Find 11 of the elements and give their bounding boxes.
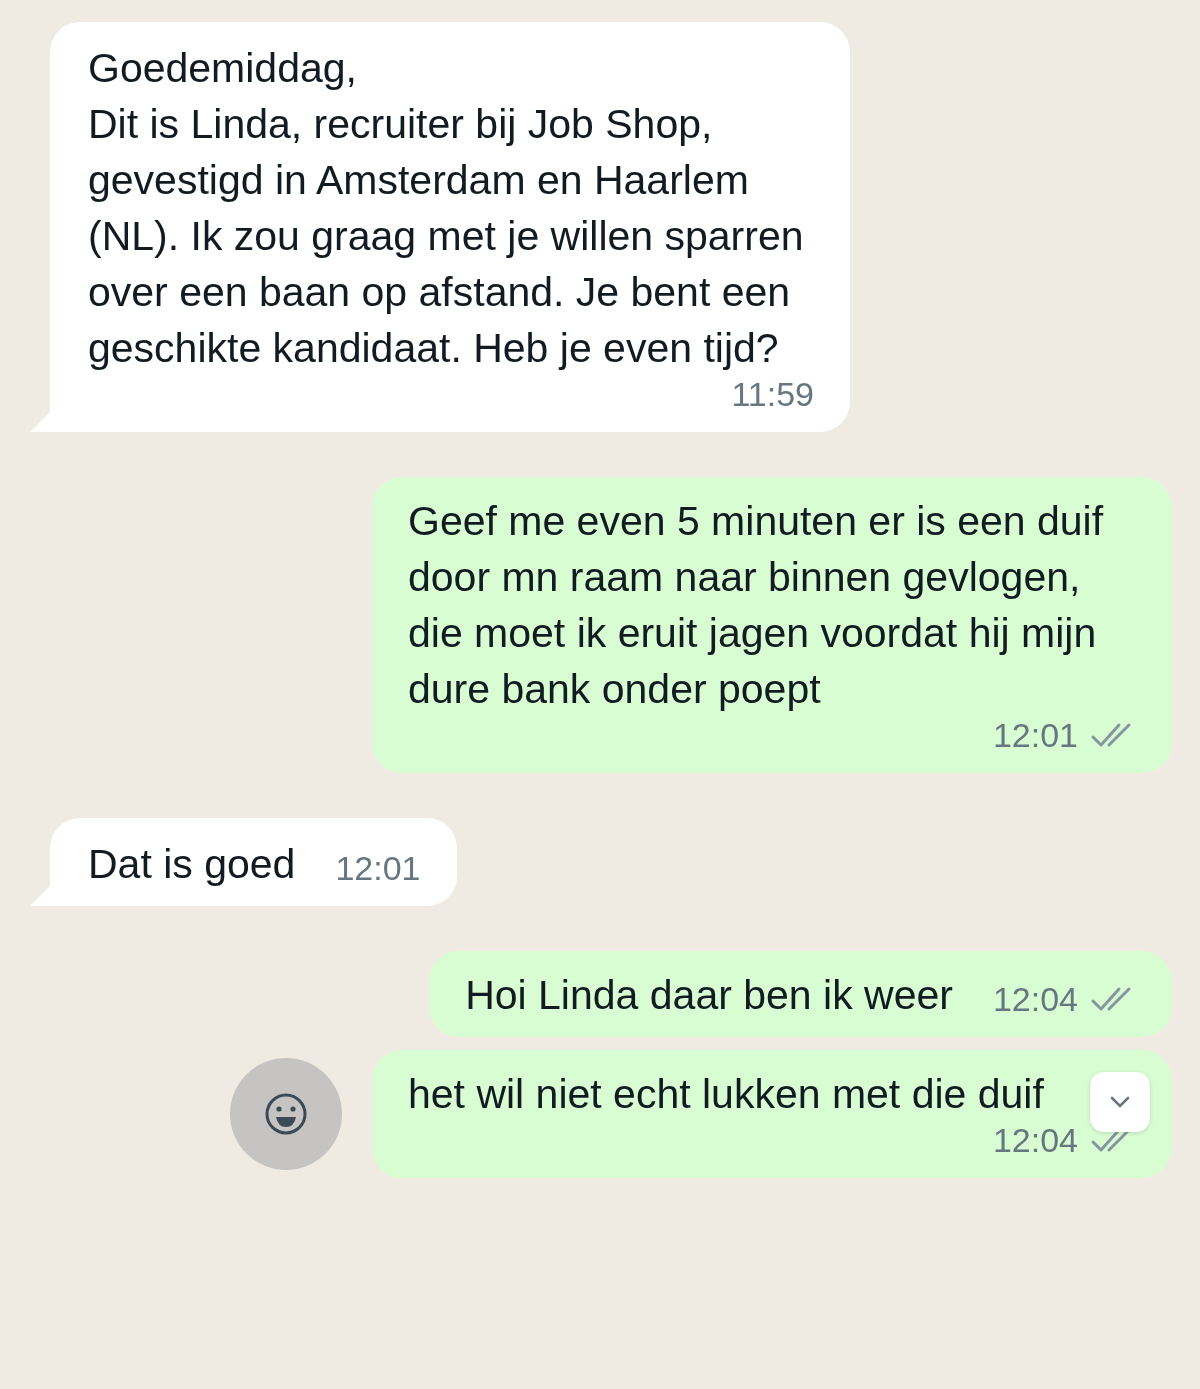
message-text: Goedemiddag, Dit is Linda, recruiter bij Job Shop, gevestigd in Amsterdam en Haarlem (NL). Ik zou graag met je willen sparren over een baan op afstand. Je bent een geschikte kandidaat. Heb je even tijd? xyxy=(88,44,805,373)
message-time: 11:59 xyxy=(731,374,814,415)
message-time: 12:04 xyxy=(992,979,1078,1020)
chevron-down-icon xyxy=(1109,1095,1131,1109)
message-text: Dat is goed xyxy=(88,840,296,889)
message-text: Hoi Linda daar ben ik weer xyxy=(465,971,953,1020)
message-time: 12:01 xyxy=(335,848,421,889)
message-time: 12:01 xyxy=(992,715,1078,756)
message-text: Geef me even 5 minuten er is een duif door mn raam naar binnen gevlogen, die moet ik eruit jagen voordat hij mijn dure bank onder poept xyxy=(408,497,1105,714)
message-time: 12:04 xyxy=(992,1120,1078,1161)
message-text: het wil niet echt lukken met die duif xyxy=(408,1070,1044,1119)
